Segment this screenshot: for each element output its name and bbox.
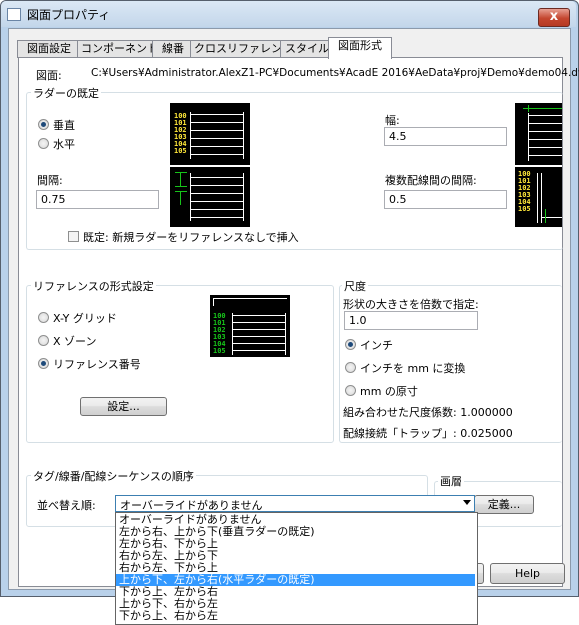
chevron-down-icon[interactable] [463, 500, 471, 505]
xy-grid-radio[interactable] [38, 312, 49, 323]
drawing-path: C:¥Users¥Administrator.AlexZ1-PC¥Documen… [91, 67, 579, 79]
xy-grid-label[interactable]: X-Y グリッド [53, 310, 117, 326]
inch-to-mm-label[interactable]: インチを mm に変換 [360, 360, 465, 376]
reference-setup-button[interactable]: 設定... [80, 397, 167, 416]
tab-wire-numbers[interactable]: 線番 [152, 40, 194, 58]
tab-components[interactable]: コンポーネント [77, 40, 158, 58]
inch-radio[interactable] [345, 339, 356, 350]
vertical-radio[interactable] [38, 119, 49, 130]
tab-drawing-format[interactable]: 図面形式 [328, 37, 392, 59]
title-bar[interactable]: 図面プロパティ x [1, 1, 576, 27]
window-title: 図面プロパティ [27, 8, 111, 22]
mm-full-scale-label[interactable]: mm の原寸 [360, 383, 418, 399]
width-label: 幅: [385, 114, 400, 127]
drawing-label: 図面: [36, 69, 62, 82]
width-preview [515, 103, 562, 165]
sort-order-list[interactable]: オーバーライドがありません 左から右、上から下(垂直ラダーの既定) 左から右、下… [115, 512, 478, 625]
sequence-label: タグ/線番/配線シーケンスの順序 [31, 468, 196, 484]
spacing-input[interactable]: 0.75 [36, 190, 159, 209]
default-no-reference-checkbox[interactable] [68, 231, 79, 242]
ladder-defaults-group [26, 92, 563, 250]
wire-trap-distance: 配線接続「トラップ」: 0.025000 [343, 427, 513, 440]
horizontal-radio[interactable] [38, 138, 49, 149]
preview-number: 105 [174, 147, 187, 155]
sort-order-select[interactable]: オーバーライドがありません [115, 495, 475, 512]
tab-drawing-settings[interactable]: 図面設定 [17, 40, 81, 58]
tab-cross-reference[interactable]: クロスリファレンス [190, 40, 293, 58]
reference-number-radio[interactable] [38, 358, 49, 369]
multi-spacing-preview: 100 101 102 103 104 105 [515, 167, 562, 227]
sort-option[interactable]: 下から上、右から左 [116, 610, 475, 622]
reference-preview: 100 101 102 103 104 105 [210, 295, 290, 357]
help-button[interactable]: Help [490, 563, 565, 584]
combined-scale-factor: 組み合わせた尺度係数: 1.000000 [343, 406, 513, 419]
inch-to-mm-radio[interactable] [345, 362, 356, 373]
sort-order-label: 並べ替え順: [37, 499, 96, 512]
tab-style[interactable]: スタイル [280, 40, 334, 58]
multi-spacing-input[interactable]: 0.5 [384, 190, 507, 209]
window-icon [7, 8, 21, 21]
reference-number-label[interactable]: リファレンス番号 [53, 356, 141, 372]
default-no-reference-label[interactable]: 既定: 新規ラダーをリファレンスなしで挿入 [83, 229, 299, 245]
scale-multiplier-input[interactable]: 1.0 [344, 311, 478, 330]
reference-format-label: リファレンスの形式設定 [31, 278, 156, 294]
sort-order-selected: オーバーライドがありません [120, 499, 263, 512]
multi-spacing-label: 複数配線間の間隔: [385, 174, 477, 187]
width-input[interactable]: 4.5 [384, 127, 507, 146]
preview-number: 105 [213, 347, 226, 355]
vertical-label[interactable]: 垂直 [53, 117, 75, 133]
mm-full-scale-radio[interactable] [345, 385, 356, 396]
layer-define-button[interactable]: 定義... [474, 495, 534, 514]
ladder-defaults-label: ラダーの既定 [31, 85, 101, 101]
inch-label[interactable]: インチ [360, 337, 393, 353]
horizontal-label[interactable]: 水平 [53, 136, 75, 152]
close-button[interactable]: x [538, 8, 570, 27]
layer-label: 画層 [438, 473, 464, 489]
preview-number: 105 [518, 205, 531, 213]
scale-multiplier-label: 形状の大きさを倍数で指定: [343, 298, 479, 311]
vertical-ladder-preview: 100 101 102 103 104 105 [170, 103, 250, 165]
spacing-preview [170, 167, 250, 227]
x-zone-radio[interactable] [38, 335, 49, 346]
x-zone-label[interactable]: X ゾーン [53, 333, 96, 349]
spacing-label: 間隔: [37, 174, 63, 187]
scale-label: 尺度 [342, 278, 368, 294]
